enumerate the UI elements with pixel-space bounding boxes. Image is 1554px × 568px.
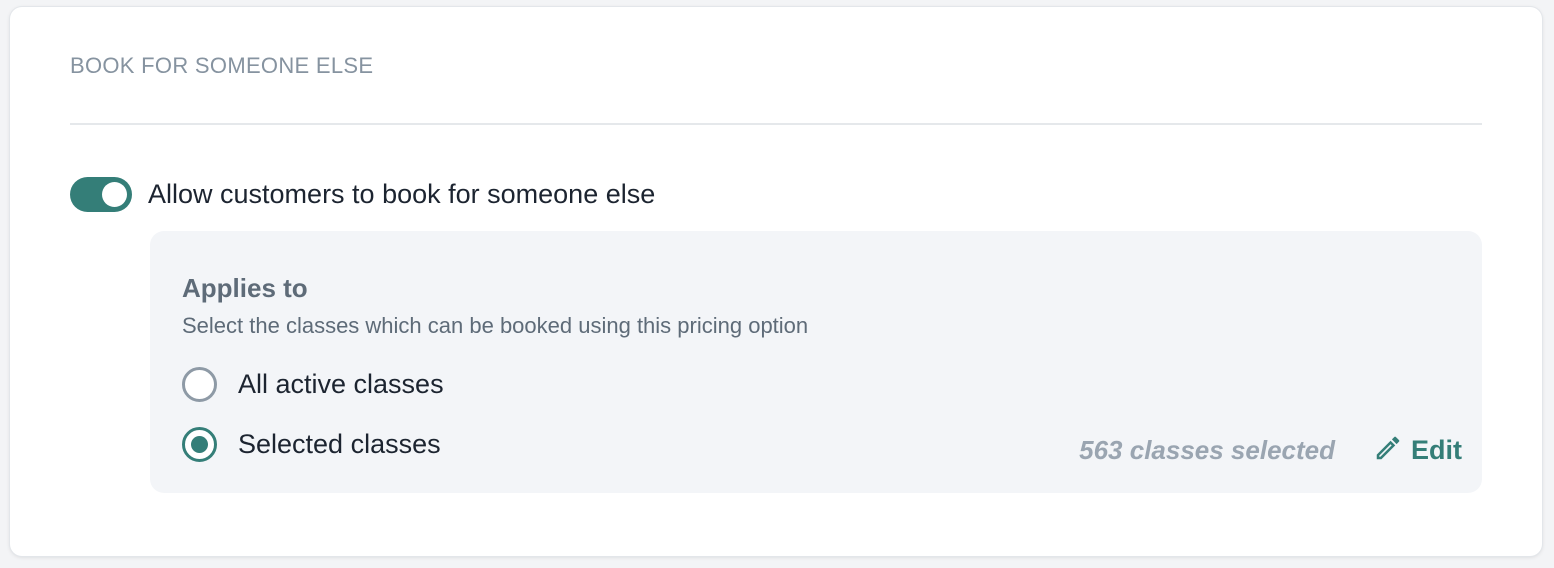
allow-booking-toggle-row: Allow customers to book for someone else (70, 177, 655, 212)
radio-label[interactable]: All active classes (238, 369, 444, 400)
edit-selected-classes-button[interactable]: Edit (1373, 433, 1462, 468)
radio-option-selected-classes[interactable]: Selected classes (182, 427, 441, 462)
radio-button[interactable] (182, 427, 217, 462)
toggle-knob (102, 182, 127, 207)
allow-booking-toggle-label[interactable]: Allow customers to book for someone else (148, 179, 655, 210)
radio-option-all-active-classes[interactable]: All active classes (182, 367, 444, 402)
section-divider (70, 123, 1482, 125)
pencil-icon (1373, 433, 1403, 468)
radio-button[interactable] (182, 367, 217, 402)
section-title: BOOK FOR SOMEONE ELSE (70, 53, 374, 78)
allow-booking-toggle[interactable] (70, 177, 132, 212)
radio-label[interactable]: Selected classes (238, 429, 441, 460)
applies-to-description: Select the classes which can be booked u… (182, 313, 809, 338)
book-for-someone-else-card: BOOK FOR SOMEONE ELSE Allow customers to… (10, 7, 1542, 556)
applies-to-panel: Applies to Select the classes which can … (150, 231, 1482, 493)
selected-classes-count: 563 classes selected (1079, 435, 1335, 465)
edit-label: Edit (1411, 435, 1462, 465)
radio-selected-dot (191, 436, 208, 453)
applies-to-title: Applies to (182, 273, 308, 303)
